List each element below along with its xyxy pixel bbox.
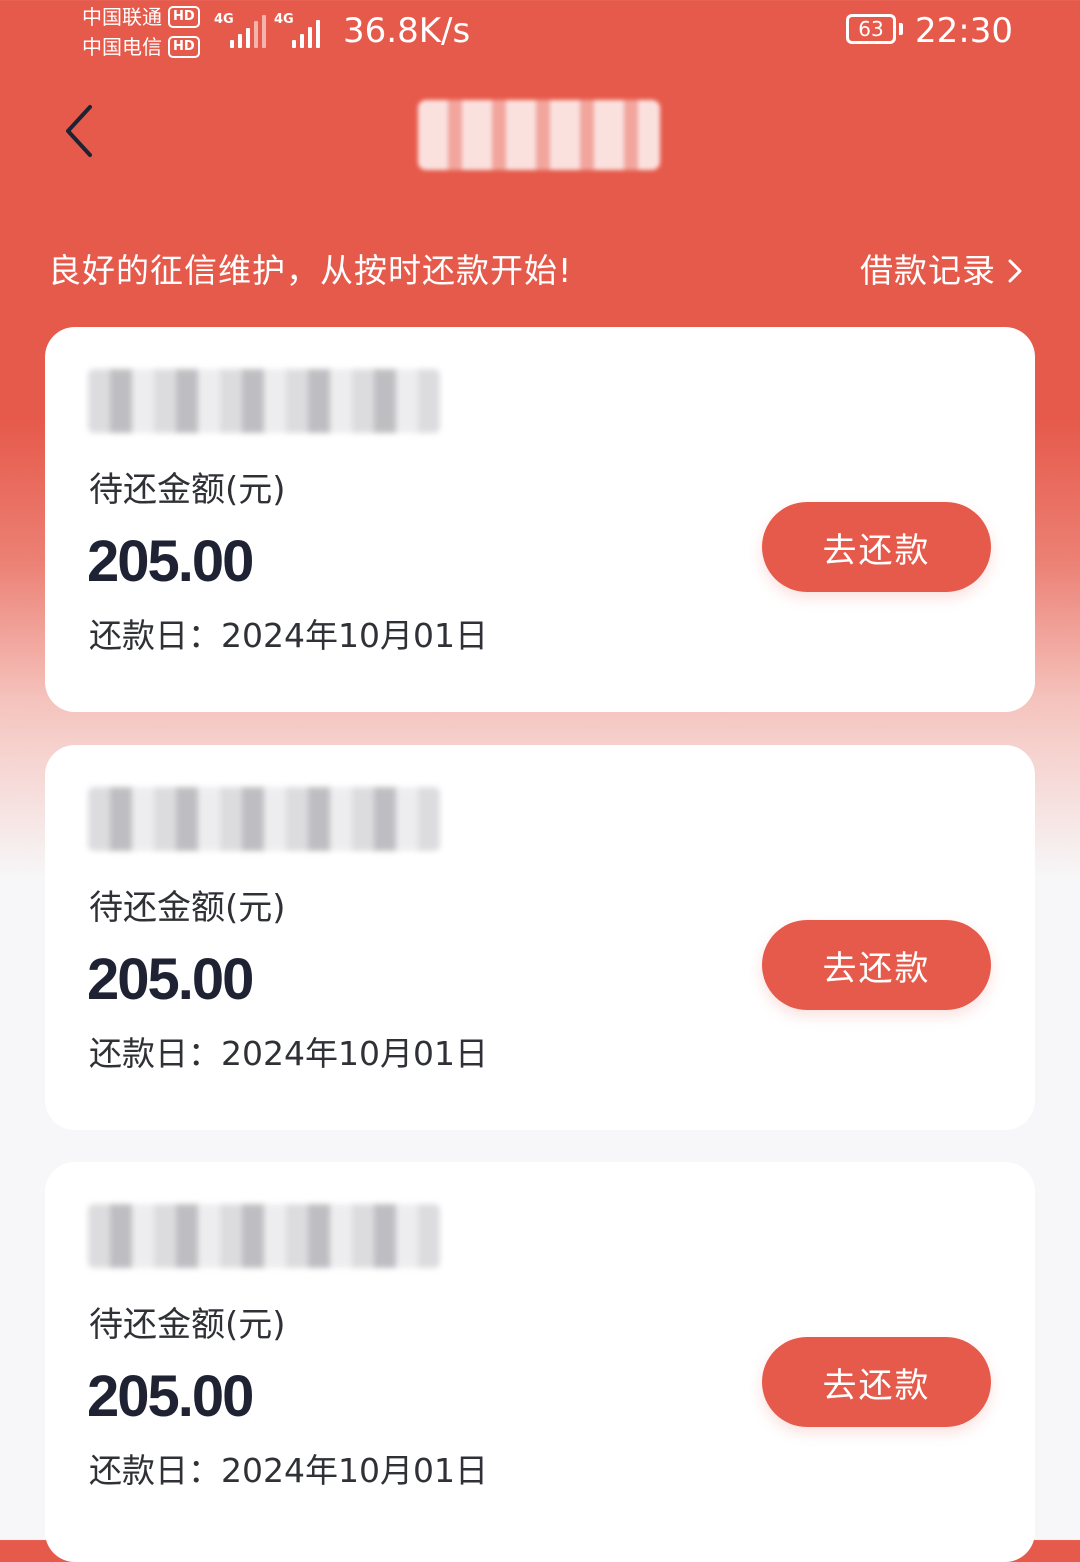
loan-product-name-redacted: [88, 1204, 440, 1268]
amount-due-label: 待还金额(元): [89, 470, 286, 510]
amount-due-label: 待还金额(元): [89, 888, 286, 928]
network-type-label-2: 4G: [274, 12, 294, 27]
amount-due-value: 205.00: [87, 947, 254, 1012]
signal-strength-icon: 4G: [214, 12, 266, 48]
status-bar: 中国联通 HD 中国电信 HD 4G 4G 36.8K/s 63 22:30: [0, 0, 1080, 70]
battery-tip: [899, 23, 903, 35]
chevron-left-icon: [66, 105, 92, 157]
loan-records-link[interactable]: 借款记录: [860, 248, 1024, 294]
repay-button[interactable]: 去还款: [762, 1337, 991, 1427]
loan-card: 待还金额(元) 205.00 还款日：2024年10月01日 去还款: [45, 745, 1035, 1130]
repayment-date: 还款日：2024年10月01日: [89, 1451, 488, 1490]
carrier-row-2: 中国电信 HD: [82, 32, 212, 62]
loan-records-label: 借款记录: [860, 251, 996, 290]
signal-strength-icon: 4G: [274, 12, 326, 48]
hd-badge-2: HD: [168, 36, 200, 58]
loan-card: 待还金额(元) 205.00 还款日：2024年10月01日 去还款: [45, 1162, 1035, 1562]
repayment-date: 还款日：2024年10月01日: [89, 1034, 488, 1073]
amount-due-value: 205.00: [87, 529, 254, 594]
amount-due-label: 待还金额(元): [89, 1305, 286, 1345]
loan-product-name-redacted: [88, 787, 440, 851]
carrier-name-1: 中国联通: [82, 5, 162, 29]
loan-card: 待还金额(元) 205.00 还款日：2024年10月01日 去还款: [45, 327, 1035, 712]
battery-icon: 63: [846, 14, 896, 44]
page-title-redacted: [418, 100, 660, 170]
status-clock: 22:30: [915, 11, 1013, 51]
repay-button[interactable]: 去还款: [762, 502, 991, 592]
back-button[interactable]: [52, 98, 112, 164]
carrier-row-1: 中国联通 HD: [82, 2, 212, 32]
loan-product-name-redacted: [88, 369, 440, 433]
hd-badge-1: HD: [168, 6, 200, 28]
amount-due-value: 205.00: [87, 1364, 254, 1429]
repayment-date: 还款日：2024年10月01日: [89, 616, 488, 655]
carrier-info: 中国联通 HD 中国电信 HD: [82, 2, 212, 62]
network-speed: 36.8K/s: [343, 11, 471, 51]
battery-level: 63: [858, 17, 884, 41]
network-type-label-1: 4G: [214, 12, 234, 27]
carrier-name-2: 中国电信: [82, 35, 162, 59]
chevron-right-icon: [1008, 259, 1022, 283]
credit-slogan: 良好的征信维护，从按时还款开始!: [48, 251, 573, 290]
repay-button[interactable]: 去还款: [762, 920, 991, 1010]
